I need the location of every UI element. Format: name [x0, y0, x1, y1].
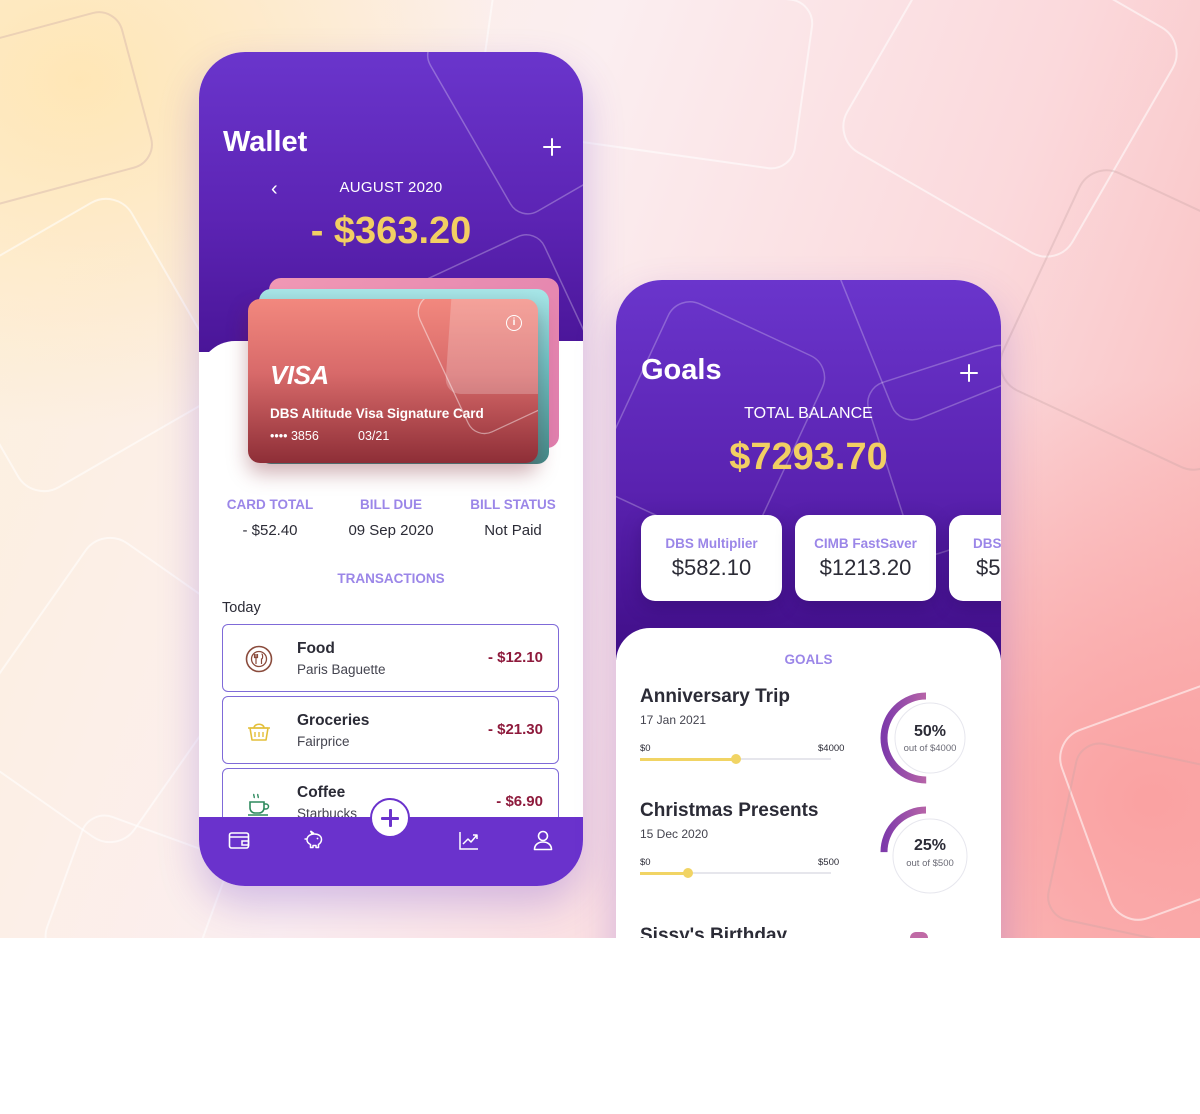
- range-max: $500: [818, 857, 840, 868]
- stat-label-bill-status: BILL STATUS: [470, 497, 556, 512]
- goal-percent: 25%: [913, 837, 947, 854]
- card-name: DBS Altitude Visa Signature Card: [270, 406, 484, 421]
- slider-knob[interactable]: [682, 868, 693, 878]
- goal-progress-slider[interactable]: [640, 754, 831, 764]
- account-name: DBS: [973, 536, 1001, 551]
- goal-name[interactable]: Anniversary Trip: [640, 686, 790, 708]
- background-decoration: [0, 0, 1200, 938]
- account-balance: $582.10: [671, 555, 752, 580]
- group-label: Today: [222, 600, 261, 616]
- info-icon[interactable]: i: [506, 315, 522, 331]
- stat-value-bill-status: Not Paid: [484, 522, 542, 539]
- chevron-left-icon[interactable]: ‹: [271, 179, 278, 199]
- trend-icon[interactable]: [458, 829, 480, 851]
- piggy-bank-icon[interactable]: [303, 829, 325, 851]
- stat-label-card-total: CARD TOTAL: [226, 497, 314, 512]
- goal-target: out of $500: [906, 858, 954, 869]
- profile-icon[interactable]: [532, 829, 554, 851]
- transaction-amount: - $12.10: [487, 649, 543, 666]
- account-card[interactable]: CIMB FastSaver $1213.20: [795, 515, 936, 601]
- transaction-amount: - $6.90: [496, 793, 543, 810]
- add-goal-icon[interactable]: [960, 364, 978, 382]
- stat-value-card-total: - $52.40: [242, 522, 298, 539]
- goal-date: 17 Jan 2021: [640, 713, 707, 727]
- slider-fill: [640, 871, 688, 875]
- transaction-category: Food: [297, 640, 335, 657]
- range-min: $0: [640, 857, 651, 868]
- month-total: - $363.20: [310, 210, 472, 252]
- account-name: CIMB FastSaver: [814, 536, 917, 551]
- card-expiry: 03/21: [358, 429, 390, 443]
- account-balance: $5: [976, 555, 1001, 580]
- range-max: $4000: [818, 743, 845, 754]
- range-min: $0: [640, 743, 651, 754]
- transaction-amount: - $21.30: [487, 721, 543, 738]
- stat-value-bill-due: 09 Sep 2020: [348, 522, 434, 539]
- goal-target: out of $4000: [903, 743, 957, 754]
- card-number: •••• 3856: [270, 429, 319, 443]
- goal-progress-slider[interactable]: [640, 868, 831, 878]
- goals-heading: GOALS: [784, 652, 833, 667]
- goal-date: 15 Dec 2020: [640, 827, 709, 841]
- transaction-category: Groceries: [297, 712, 370, 729]
- stat-label-bill-due: BILL DUE: [359, 497, 422, 512]
- account-card[interactable]: DBS $5: [949, 515, 1001, 601]
- background-stage: Wallet ‹ AUGUST 2020 - $363.20 i VISA DB…: [0, 0, 1200, 938]
- coffee-icon: [248, 793, 270, 816]
- goal-name[interactable]: Sissy's Birthday: [640, 925, 787, 938]
- transaction-category: Coffee: [297, 784, 346, 801]
- wallet-phone: Wallet ‹ AUGUST 2020 - $363.20 i VISA DB…: [199, 52, 583, 886]
- transactions-heading: TRANSACTIONS: [337, 571, 445, 586]
- account-name: DBS Multiplier: [665, 536, 758, 551]
- page-title: Goals: [641, 354, 722, 386]
- goal-percent: 50%: [913, 723, 947, 740]
- add-card-icon[interactable]: [543, 138, 561, 156]
- food-icon: [245, 645, 273, 673]
- page-footer-blank: [0, 938, 1200, 1114]
- transaction-row[interactable]: Food Paris Baguette - $12.10: [222, 624, 559, 692]
- page-title: Wallet: [223, 126, 308, 158]
- account-balance: $1213.20: [819, 555, 912, 580]
- transaction-merchant: Paris Baguette: [297, 662, 386, 677]
- goal-name[interactable]: Christmas Presents: [640, 800, 818, 822]
- month-label: AUGUST 2020: [339, 179, 443, 196]
- groceries-icon: [248, 723, 270, 741]
- slider-knob[interactable]: [730, 754, 741, 764]
- add-transaction-button[interactable]: [370, 798, 410, 838]
- transaction-row[interactable]: Groceries Fairprice - $21.30: [222, 696, 559, 764]
- slider-fill: [640, 757, 736, 761]
- goals-phone: Goals TOTAL BALANCE $7293.70 DBS Multipl…: [616, 280, 1001, 938]
- credit-card[interactable]: i VISA DBS Altitude Visa Signature Card …: [248, 299, 538, 463]
- account-card[interactable]: DBS Multiplier $582.10: [641, 515, 782, 601]
- visa-logo: VISA: [270, 360, 329, 390]
- transaction-merchant: Fairprice: [297, 734, 350, 749]
- wallet-icon[interactable]: [228, 829, 250, 851]
- total-balance: $7293.70: [729, 436, 888, 478]
- total-balance-label: TOTAL BALANCE: [744, 405, 873, 422]
